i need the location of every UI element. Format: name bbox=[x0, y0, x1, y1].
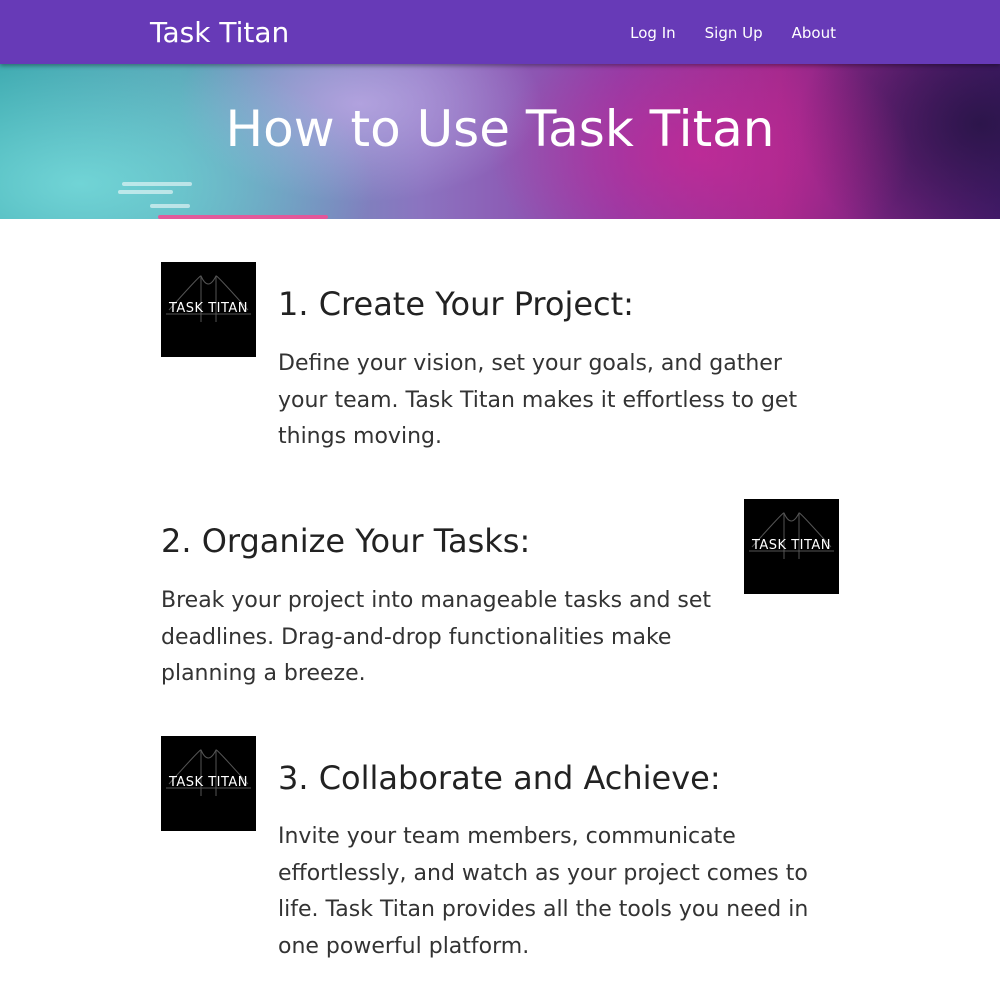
hero-banner: How to Use Task Titan bbox=[0, 64, 1000, 219]
logo-wordmark: TASK TITAN bbox=[168, 301, 249, 316]
hero-decoration bbox=[150, 204, 190, 208]
brand-link[interactable]: Task Titan bbox=[150, 14, 289, 52]
nav-login-link[interactable]: Log In bbox=[630, 22, 676, 44]
page-title: How to Use Task Titan bbox=[225, 100, 775, 158]
navbar: Task Titan Log In Sign Up About bbox=[0, 0, 1000, 64]
step-section-1: TASK TITAN 1. Create Your Project: Defin… bbox=[161, 262, 839, 462]
step-1-text: Define your vision, set your goals, and … bbox=[278, 351, 798, 449]
nav-signup-link[interactable]: Sign Up bbox=[705, 22, 763, 44]
step-section-2: TASK TITAN 2. Organize Your Tasks: Break… bbox=[161, 499, 839, 699]
hero-decoration bbox=[122, 182, 192, 186]
logo-wordmark: TASK TITAN bbox=[751, 538, 832, 553]
hero-decoration bbox=[118, 190, 173, 194]
step-3-title: 3. Collaborate and Achieve: bbox=[278, 759, 721, 797]
nav-links: Log In Sign Up About bbox=[630, 22, 836, 44]
logo-wordmark: TASK TITAN bbox=[168, 775, 249, 790]
nav-about-link[interactable]: About bbox=[792, 22, 836, 44]
step-1-title: 1. Create Your Project: bbox=[278, 285, 634, 323]
task-titan-logo: TASK TITAN bbox=[161, 262, 256, 357]
step-section-3: TASK TITAN 3. Collaborate and Achieve: I… bbox=[161, 736, 839, 976]
step-2-title: 2. Organize Your Tasks: bbox=[161, 522, 531, 560]
task-titan-logo: TASK TITAN bbox=[161, 736, 256, 831]
step-2-text: Break your project into manageable tasks… bbox=[161, 588, 712, 686]
task-titan-logo: TASK TITAN bbox=[744, 499, 839, 594]
hero-decoration bbox=[158, 215, 328, 219]
step-3-text: Invite your team members, communicate ef… bbox=[278, 824, 809, 959]
